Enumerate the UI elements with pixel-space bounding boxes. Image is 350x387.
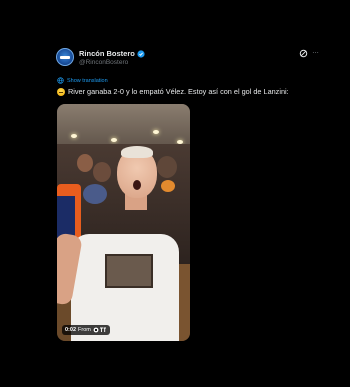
user-handle[interactable]: @RinconBostero [79,59,128,66]
video-timestamp: 0:02 [65,327,77,333]
verified-badge-icon [137,49,145,58]
show-translation[interactable]: Show translation [57,77,108,84]
video-frame-shirt-print [105,254,153,288]
tweet: Rincón Bostero @RinconBostero ··· Show t… [0,0,350,387]
video-overlay: 0:02 From [62,325,110,335]
source-logo-icon[interactable] [93,327,107,333]
video-from-label: From [78,327,91,333]
avatar[interactable] [56,48,74,66]
user-name-row: Rincón Bostero [79,49,145,58]
show-translation-label: Show translation [67,77,108,84]
more-icon[interactable]: ··· [312,49,321,58]
tweet-text: River ganaba 2-0 y lo empató Vélez. Esto… [57,87,317,96]
video-frame-head [117,146,157,198]
display-name[interactable]: Rincón Bostero [79,49,135,58]
translate-icon [57,77,64,84]
tweet-text-content: River ganaba 2-0 y lo empató Vélez. Esto… [68,87,289,96]
smiling-emoji-icon [57,87,65,96]
video-player[interactable]: 0:02 From [57,104,190,341]
video-frame-mouth [133,180,141,190]
grok-icon[interactable] [299,49,308,58]
